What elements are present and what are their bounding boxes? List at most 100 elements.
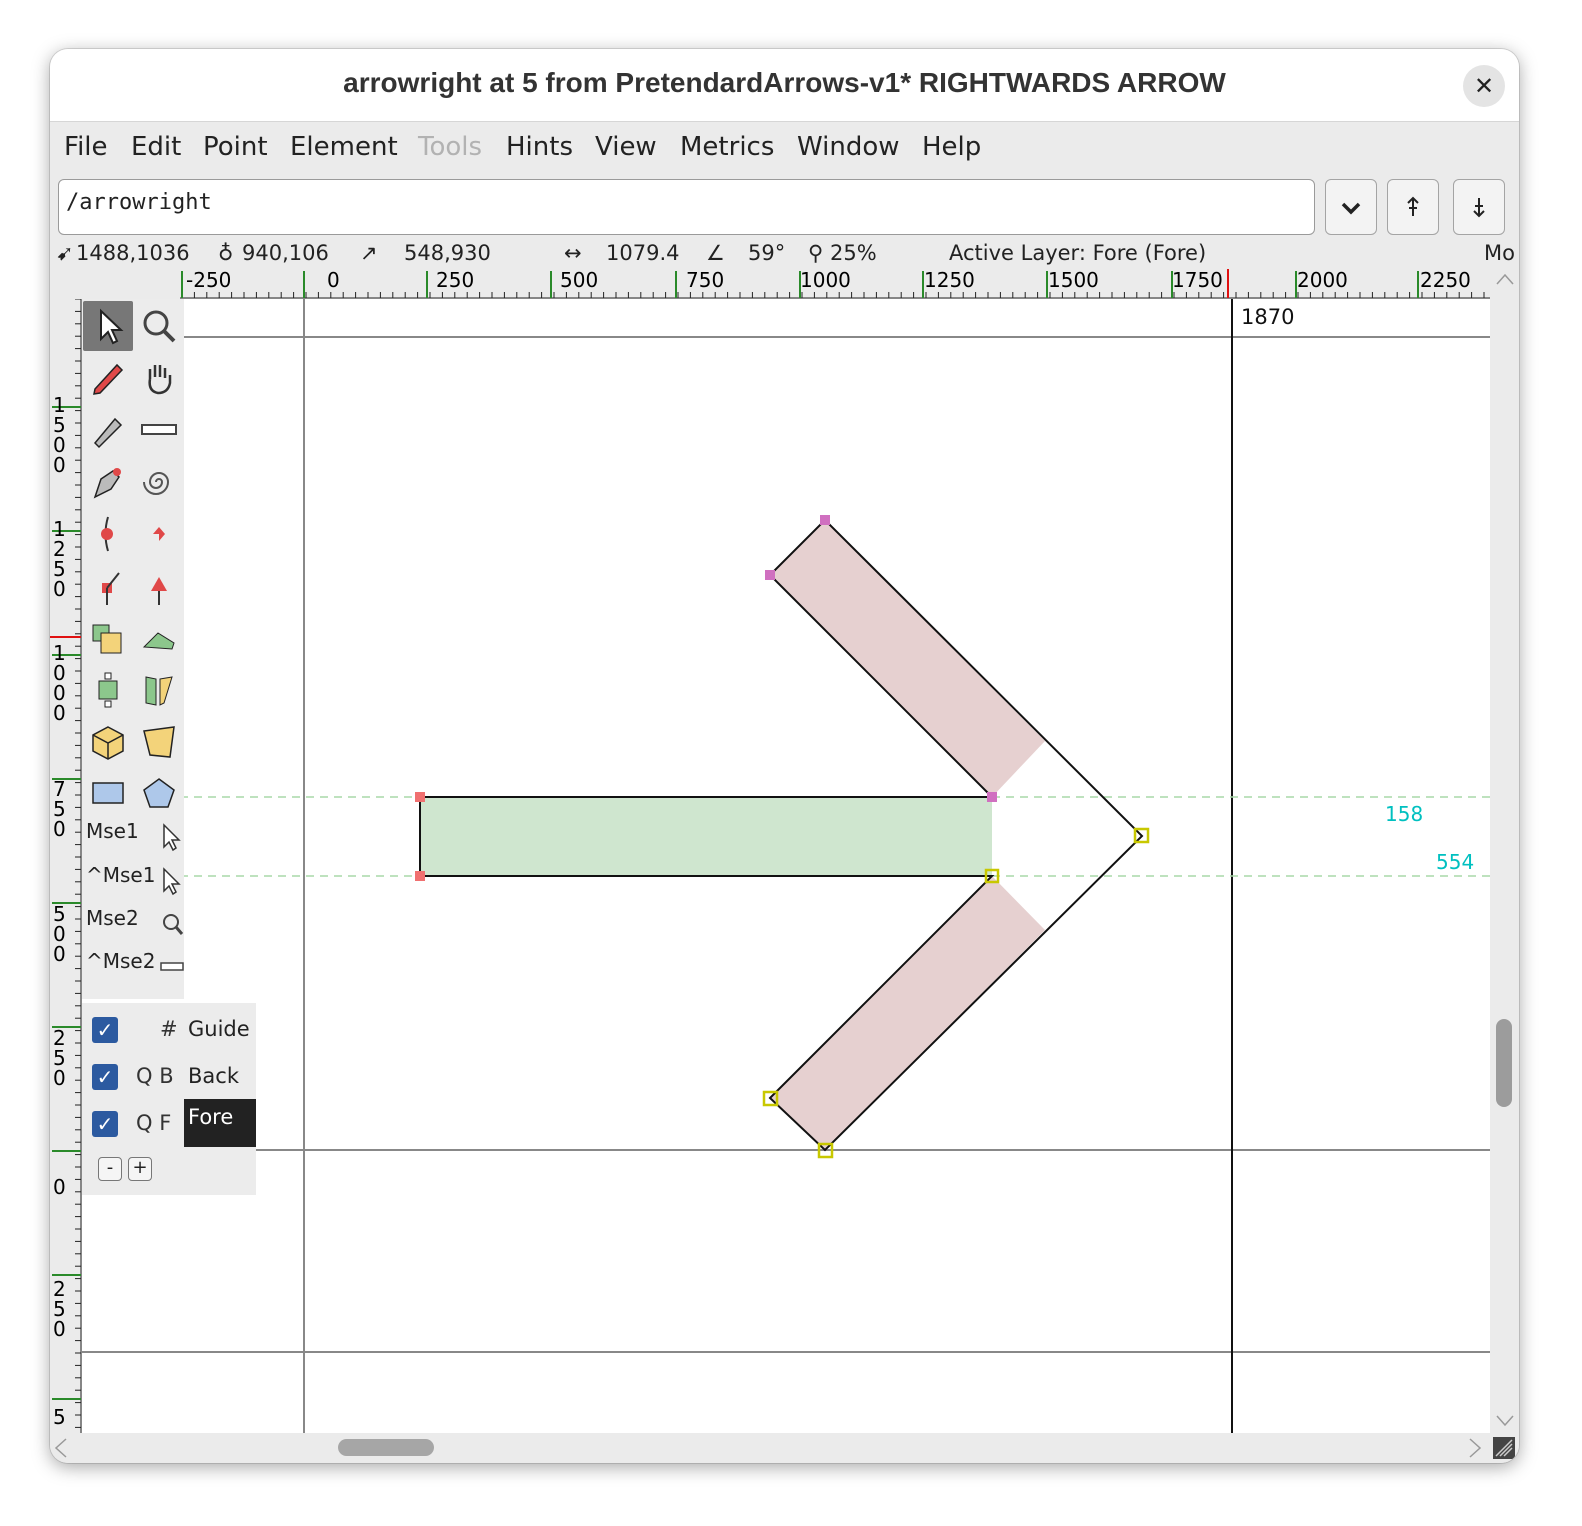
polygon-icon — [143, 778, 175, 808]
ruler-tool[interactable] — [134, 405, 184, 455]
layer-name-back[interactable]: Back — [188, 1064, 239, 1088]
menu-window[interactable]: Window — [797, 132, 900, 162]
distance-value: 1079.4 — [606, 241, 680, 265]
rectangle-icon — [92, 782, 124, 804]
pointer-tool[interactable] — [83, 301, 133, 351]
layer-visible-checkbox[interactable]: ✓ — [92, 1064, 118, 1090]
check-icon: ✓ — [96, 1112, 114, 1136]
vertical-scrollbar[interactable] — [1490, 267, 1519, 1433]
vruler-label: 0 — [53, 1175, 66, 1199]
ctrl-mouse2-ruler-icon — [160, 962, 184, 971]
hruler-label: 1250 — [924, 268, 975, 292]
point-icon: ♁ — [218, 241, 234, 265]
pen-icon — [93, 468, 121, 499]
corner-point-tool[interactable] — [83, 561, 133, 611]
scroll-right-arrow-icon[interactable] — [1468, 1438, 1482, 1458]
close-button[interactable]: ✕ — [1463, 65, 1505, 107]
menubar: File Edit Point Element Tools Hints View… — [50, 122, 1519, 174]
cursor-position: 1488,1036 — [76, 241, 190, 265]
offset-icon: ↗ — [360, 241, 378, 265]
mouse1-label: Mse1 — [86, 819, 139, 843]
vruler-label: 1250 — [53, 517, 66, 601]
perspective-icon — [143, 726, 175, 758]
menu-hints[interactable]: Hints — [506, 132, 573, 162]
layer-visible-checkbox[interactable]: ✓ — [92, 1017, 118, 1043]
glyph-editor-window: arrowright at 5 from PretendardArrows-v1… — [50, 49, 1519, 1463]
zoom-icon: ⚲ — [808, 241, 824, 265]
layer-name-guide[interactable]: Guide — [188, 1017, 250, 1041]
pen-tool[interactable] — [83, 457, 133, 507]
menu-file[interactable]: File — [64, 132, 108, 162]
menu-element[interactable]: Element — [290, 132, 398, 162]
window-title: arrowright at 5 from PretendardArrows-v1… — [343, 67, 1226, 98]
hand-icon — [148, 365, 172, 395]
titlebar: arrowright at 5 from PretendardArrows-v1… — [50, 49, 1519, 122]
next-glyph-button[interactable] — [1453, 179, 1505, 235]
calligraphy-pen-tool[interactable] — [83, 405, 133, 455]
scroll-up-arrow-icon[interactable] — [1496, 273, 1514, 285]
layer-name-fore[interactable]: Fore — [184, 1099, 256, 1147]
fill-region-bar — [420, 797, 992, 876]
scroll-down-arrow-icon[interactable] — [1496, 1415, 1514, 1427]
chevron-down-icon — [1341, 202, 1361, 215]
add-layer-button[interactable]: + — [128, 1157, 152, 1181]
control-point — [820, 515, 830, 525]
control-point — [987, 792, 997, 802]
advance-width-label: 1870 — [1241, 305, 1295, 329]
menu-edit[interactable]: Edit — [131, 132, 181, 162]
perspective-tool[interactable] — [134, 717, 184, 767]
vertical-ruler: 1500 1250 1000 750 500 250 0 250 5 — [50, 299, 82, 1433]
scale-icon — [92, 624, 122, 654]
mouse2-label: Mse2 — [86, 906, 139, 930]
hruler-label: 0 — [327, 268, 340, 292]
hand-tool[interactable] — [134, 353, 184, 403]
spiral-tool[interactable] — [134, 457, 184, 507]
menu-tools: Tools — [418, 132, 483, 162]
menu-view[interactable]: View — [595, 132, 657, 162]
zoom-value: 25% — [830, 241, 877, 265]
resize-grip-icon[interactable] — [1492, 1436, 1516, 1460]
curve-point-tool[interactable] — [83, 509, 133, 559]
flip-tool[interactable] — [134, 665, 184, 715]
glyph-outline-view[interactable] — [82, 299, 1490, 1433]
rectangle-tool[interactable] — [83, 769, 133, 819]
layer-visible-checkbox[interactable]: ✓ — [92, 1111, 118, 1137]
info-bar: ➹ 1488,1036 ♁ 940,106 ↗ 548,930 ↔ 1079.4… — [50, 239, 1519, 267]
layer-flags: # — [160, 1017, 178, 1041]
hv-curve-point-tool[interactable] — [134, 509, 184, 559]
glyph-canvas[interactable]: 1870 158 554 Mse1 ^Mse1 Mse2 ^Mse2 ✓ # G… — [82, 299, 1490, 1433]
layer-flags: Q F — [136, 1111, 172, 1135]
spiral-icon — [143, 472, 170, 495]
pointer-icon — [100, 308, 124, 345]
glyph-name-input[interactable]: /arrowright — [58, 179, 1315, 235]
vruler-label: 1000 — [53, 641, 66, 725]
ctrl-mouse1-pointer-icon — [163, 867, 181, 896]
check-icon: ✓ — [96, 1018, 114, 1042]
offset-value: 548,930 — [404, 241, 491, 265]
hruler-label: 1000 — [800, 268, 851, 292]
magnify-icon — [143, 310, 176, 343]
mouse1-pointer-icon — [163, 823, 181, 852]
remove-layer-button[interactable]: - — [98, 1157, 122, 1181]
glyph-dropdown-button[interactable] — [1325, 179, 1377, 235]
magnify-tool[interactable] — [134, 301, 184, 351]
menu-point[interactable]: Point — [203, 132, 268, 162]
horizontal-scrollbar[interactable] — [50, 1433, 1519, 1463]
angle-value: 59° — [748, 241, 786, 265]
scroll-left-arrow-icon[interactable] — [54, 1438, 68, 1458]
layer-flags: Q B — [136, 1064, 174, 1088]
polygon-tool[interactable] — [134, 769, 184, 819]
flip-icon — [145, 676, 173, 706]
menu-metrics[interactable]: Metrics — [680, 132, 774, 162]
skew-tool[interactable] — [134, 613, 184, 663]
scale-tool[interactable] — [83, 613, 133, 663]
horizontal-scroll-thumb[interactable] — [338, 1439, 434, 1456]
vertical-scroll-thumb[interactable] — [1496, 1019, 1512, 1107]
3d-rotate-tool[interactable] — [83, 717, 133, 767]
menu-help[interactable]: Help — [922, 132, 981, 162]
rotate-tool[interactable] — [83, 665, 133, 715]
corner-point-icon — [102, 572, 120, 605]
prev-glyph-button[interactable] — [1387, 179, 1439, 235]
tangent-point-tool[interactable] — [134, 561, 184, 611]
pencil-tool[interactable] — [83, 353, 133, 403]
